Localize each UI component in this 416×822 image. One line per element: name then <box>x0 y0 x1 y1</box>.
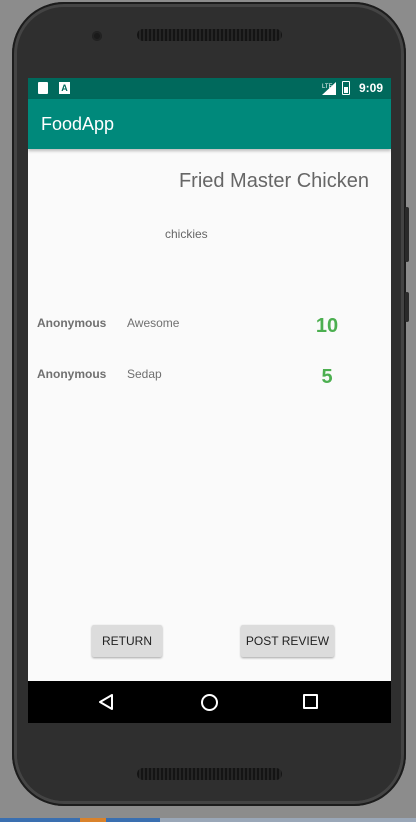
battery-icon <box>342 81 350 95</box>
review-comment: Awesome <box>127 316 180 330</box>
app-title: FoodApp <box>41 114 115 134</box>
review-rating: 5 <box>321 366 333 388</box>
nav-bar <box>28 681 391 723</box>
review-rating: 10 <box>315 315 339 337</box>
volume-button[interactable] <box>405 207 409 262</box>
host-taskbar-strip <box>0 818 416 822</box>
back-triangle-icon[interactable] <box>98 694 114 710</box>
signal-label: LTE <box>322 84 333 90</box>
home-circle-icon[interactable] <box>201 694 218 711</box>
status-time: 9:09 <box>359 81 384 95</box>
food-name: Fried Master Chicken <box>178 170 369 192</box>
sd-card-icon <box>38 82 48 94</box>
review-row: Anonymous Awesome 10 <box>28 315 391 356</box>
review-author: Anonymous <box>37 367 107 381</box>
review-author: Anonymous <box>37 316 107 330</box>
bottom-speaker <box>137 768 282 780</box>
notification-a-icon: A <box>59 82 70 94</box>
front-camera <box>92 31 102 41</box>
post-review-button[interactable]: POST REVIEW <box>241 625 334 657</box>
recents-square-icon[interactable] <box>303 694 318 709</box>
review-row: Anonymous Sedap 5 <box>28 366 391 407</box>
device-screen: A LTE 9:09 FoodApp Fried Master Chicken … <box>28 78 391 723</box>
power-button[interactable] <box>405 292 409 322</box>
emulator-window: A LTE 9:09 FoodApp Fried Master Chicken … <box>0 0 416 822</box>
review-comment: Sedap <box>127 367 162 381</box>
return-button[interactable]: RETURN <box>92 625 162 657</box>
top-speaker <box>137 29 282 41</box>
signal-icon: LTE <box>322 82 336 95</box>
food-description: chickies <box>165 227 208 241</box>
app-bar: FoodApp <box>28 99 391 149</box>
status-bar: A LTE 9:09 <box>28 78 391 99</box>
